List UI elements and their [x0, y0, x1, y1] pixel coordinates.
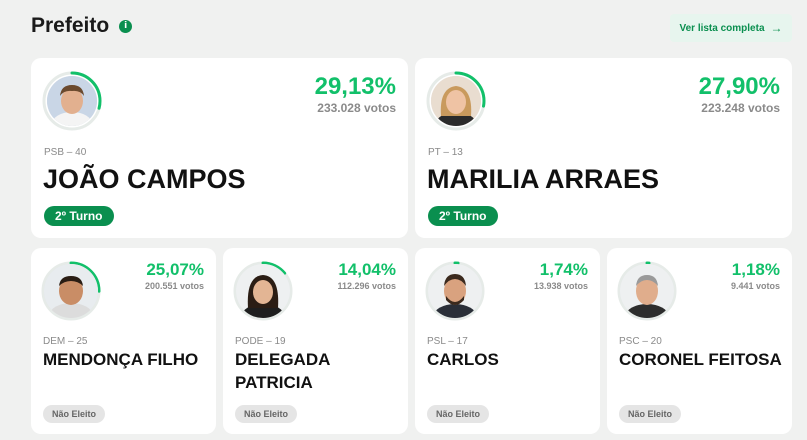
candidate-name-line: PATRICIA [235, 373, 313, 393]
candidate-card[interactable]: 1,18% 9.441 votos PSC – 20 CORONEL FEITO… [607, 248, 792, 434]
section-header: Prefeito i [31, 14, 133, 38]
candidate-name: MARILIA ARRAES [427, 164, 659, 194]
candidate-avatar [620, 264, 674, 318]
candidate-name: JOÃO CAMPOS [43, 164, 246, 194]
party-label: PSC – 20 [619, 336, 662, 347]
party-label: PODE – 19 [235, 336, 286, 347]
info-icon[interactable]: i [119, 19, 133, 33]
vote-count: 200.551 votos [144, 281, 204, 291]
vote-percentage: 27,90% [698, 73, 780, 100]
candidate-name: MENDONÇA FILHO [43, 350, 199, 369]
vote-count: 112.296 votos [337, 281, 396, 291]
candidate-name: CORONEL FEITOSA [619, 350, 782, 369]
vote-count: 233.028 votos [317, 101, 396, 115]
vote-percentage: 29,13% [314, 73, 396, 100]
arrow-right-icon: → [770, 21, 783, 35]
status-badge: Não Eleito [43, 405, 106, 423]
party-label: PSB – 40 [44, 147, 87, 158]
candidate-avatar [236, 264, 290, 318]
page-title: Prefeito [31, 14, 110, 37]
status-badge: 2º Turno [428, 206, 498, 226]
candidate-card[interactable]: 14,04% 112.296 votos PODE – 19 DELEGADA … [223, 248, 408, 434]
candidate-avatar [431, 76, 481, 126]
candidate-name: DELEGADA PATRICIA [235, 350, 330, 394]
vote-count: 223.248 votos [701, 101, 780, 115]
candidate-card[interactable]: 25,07% 200.551 votos DEM – 25 MENDONÇA F… [31, 248, 216, 434]
party-label: DEM – 25 [43, 336, 88, 347]
candidate-avatar [428, 264, 482, 318]
status-badge: 2º Turno [44, 206, 114, 226]
candidate-avatar [44, 264, 98, 318]
candidate-name-line: DELEGADA [235, 350, 331, 369]
status-badge: Não Eleito [619, 405, 682, 423]
vote-percentage: 1,18% [731, 260, 780, 279]
vote-count: 13.938 votos [533, 281, 588, 291]
ver-lista-completa-button[interactable]: Ver lista completa → [670, 14, 792, 42]
ver-lista-label: Ver lista completa [679, 22, 765, 34]
candidate-card[interactable]: 27,90% 223.248 votos PT – 13 MARILIA ARR… [415, 58, 792, 238]
vote-percentage: 25,07% [146, 260, 204, 279]
status-badge: Não Eleito [235, 405, 298, 423]
vote-percentage: 14,04% [338, 260, 396, 279]
candidate-card[interactable]: 1,74% 13.938 votos PSL – 17 CARLOS Não E… [415, 248, 600, 434]
vote-count: 9.441 votos [730, 281, 780, 291]
candidate-name: CARLOS [427, 350, 499, 369]
vote-percentage: 1,74% [539, 260, 588, 279]
candidate-avatar [47, 76, 97, 126]
candidate-card[interactable]: 29,13% 233.028 votos PSB – 40 JOÃO CAMPO… [31, 58, 408, 238]
status-badge: Não Eleito [427, 405, 490, 423]
party-label: PT – 13 [428, 147, 463, 158]
party-label: PSL – 17 [427, 336, 468, 347]
